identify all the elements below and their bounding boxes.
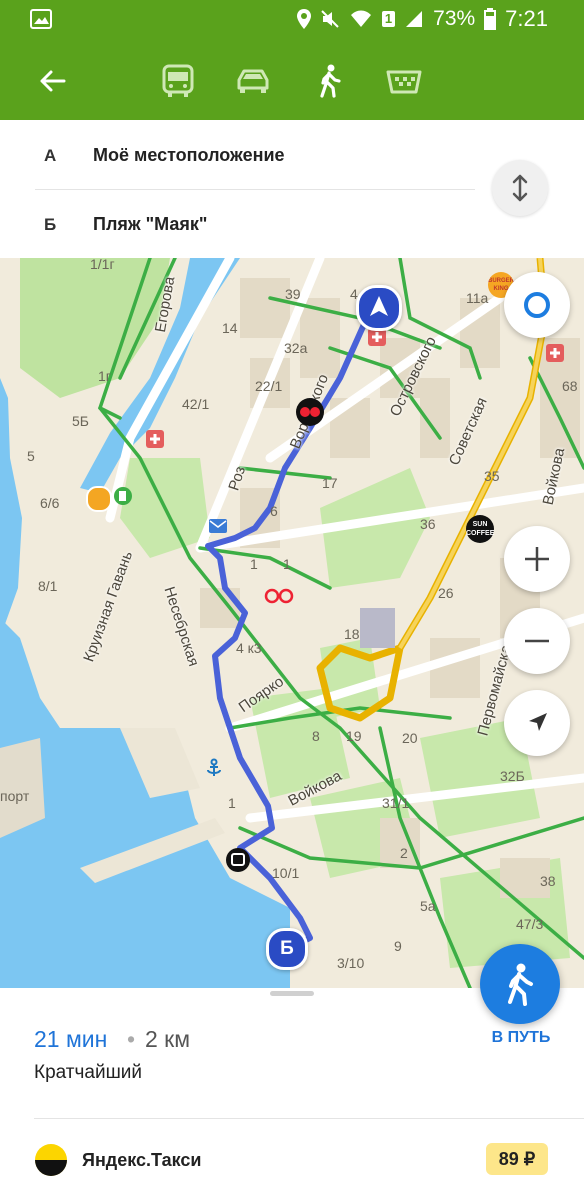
walk-icon [508,963,533,1006]
house-number: 1г [98,368,111,384]
house-number: 35 [484,468,500,484]
restaurant-marker[interactable] [86,486,112,512]
wifi-icon [350,10,371,27]
house-number: 8 [312,728,320,744]
map-view[interactable]: Егорова Воровского Островского Советская… [0,258,584,988]
house-number: 8/1 [38,578,58,594]
clock: 7:21 [505,6,548,31]
house-number: 9 [394,938,402,954]
house-number: 20 [402,730,418,746]
my-location-button[interactable] [504,690,570,756]
hospital-icon [546,344,564,362]
status-bar: 1 73% 7:21 [0,0,584,40]
house-number: 42/1 [182,396,210,412]
house-number: 17 [322,475,338,491]
yandex-taxi-logo-icon [35,1144,67,1176]
house-number: 18 [344,626,360,642]
coffee-marker[interactable]: SUN COFFEE [466,515,494,543]
car-icon[interactable] [235,64,271,98]
point-a-letter: А [44,146,57,165]
house-number: 1 [283,556,291,572]
house-number: 5Б [72,413,89,429]
back-arrow-icon[interactable] [36,65,68,97]
minus-icon [525,639,549,643]
navigation-arrow-icon [370,296,388,316]
divider [35,189,475,190]
house-number: 31/1 [382,795,410,811]
house-number: 32Б [500,768,525,784]
zoom-in-button[interactable] [504,526,570,592]
house-number: 5 [27,448,35,464]
house-number: 47/3 [516,916,544,932]
house-number: 1 [250,556,258,572]
taxi-service-name[interactable]: Яндекс.Такси [82,1150,201,1171]
house-number: 4 к3 [236,640,262,656]
house-number: 14 [222,320,238,336]
house-number: 11а [466,290,489,306]
gallery-icon [30,9,52,29]
current-location-marker[interactable] [356,285,402,331]
house-number: 3/10 [337,955,365,971]
walk-icon[interactable] [312,64,348,98]
taxi-price-badge[interactable]: 89 ₽ [486,1143,548,1175]
destination-marker[interactable]: Б [266,928,308,970]
glasses-icon [300,407,320,417]
status-right: 1 73% 7:21 [296,6,548,32]
house-number: 1 [228,795,236,811]
house-number: 32а [284,340,308,356]
route-duration: 21 мин [34,1026,108,1052]
house-number: 6 [270,503,278,519]
anchor-icon [207,758,221,776]
house-number: 36 [420,516,436,532]
house-number: 19 [346,728,362,744]
point-b-letter: Б [44,215,57,234]
battery-percent: 73% [433,7,476,30]
transport-mode-bar [0,40,584,120]
start-route-button[interactable] [480,944,560,1024]
swap-icon [512,174,528,202]
house-number: порт [0,788,30,804]
mail-icon [209,519,227,533]
house-number: 22/1 [255,378,283,394]
taxi-icon[interactable] [386,64,422,98]
house-number: 38 [540,873,556,889]
layers-button[interactable] [504,272,570,338]
house-number: 26 [438,585,454,601]
transport-marker[interactable] [226,848,250,872]
sim-badge: 1 [381,11,396,27]
gas-station-icon [114,487,132,505]
divider [34,1118,584,1119]
house-number: 10/1 [272,865,300,881]
sheet-drag-handle[interactable] [270,991,314,996]
battery-icon [484,8,497,30]
route-distance: 2 км [145,1026,191,1052]
house-number: 68 [562,378,578,394]
point-a-field[interactable]: Моё местоположение [93,145,285,166]
bus-stop-icon [231,853,245,866]
start-route-label[interactable]: В ПУТЬ [486,1029,556,1047]
house-number: 2 [400,845,408,861]
separator-dot: • [127,1026,136,1052]
layers-icon [524,292,550,318]
house-number: 6/6 [40,495,60,511]
cafe-marker[interactable] [296,398,324,426]
swap-points-button[interactable] [492,160,548,216]
house-number: 1/1г [90,258,115,272]
glasses-icon [264,588,294,604]
location-icon [296,9,311,29]
point-b-field[interactable]: Пляж "Маяк" [93,214,207,235]
route-type-label: Кратчайший [34,1062,143,1083]
hospital-icon [146,430,164,448]
location-arrow-icon [529,713,547,731]
signal-icon [406,11,423,27]
mute-icon [321,10,339,28]
house-number: 5а [420,898,436,914]
plus-icon [525,547,549,571]
bus-icon[interactable] [160,64,196,98]
zoom-out-button[interactable] [504,608,570,674]
house-number: 39 [285,286,301,302]
sun-coffee-label: SUN COFFEE [466,521,495,537]
